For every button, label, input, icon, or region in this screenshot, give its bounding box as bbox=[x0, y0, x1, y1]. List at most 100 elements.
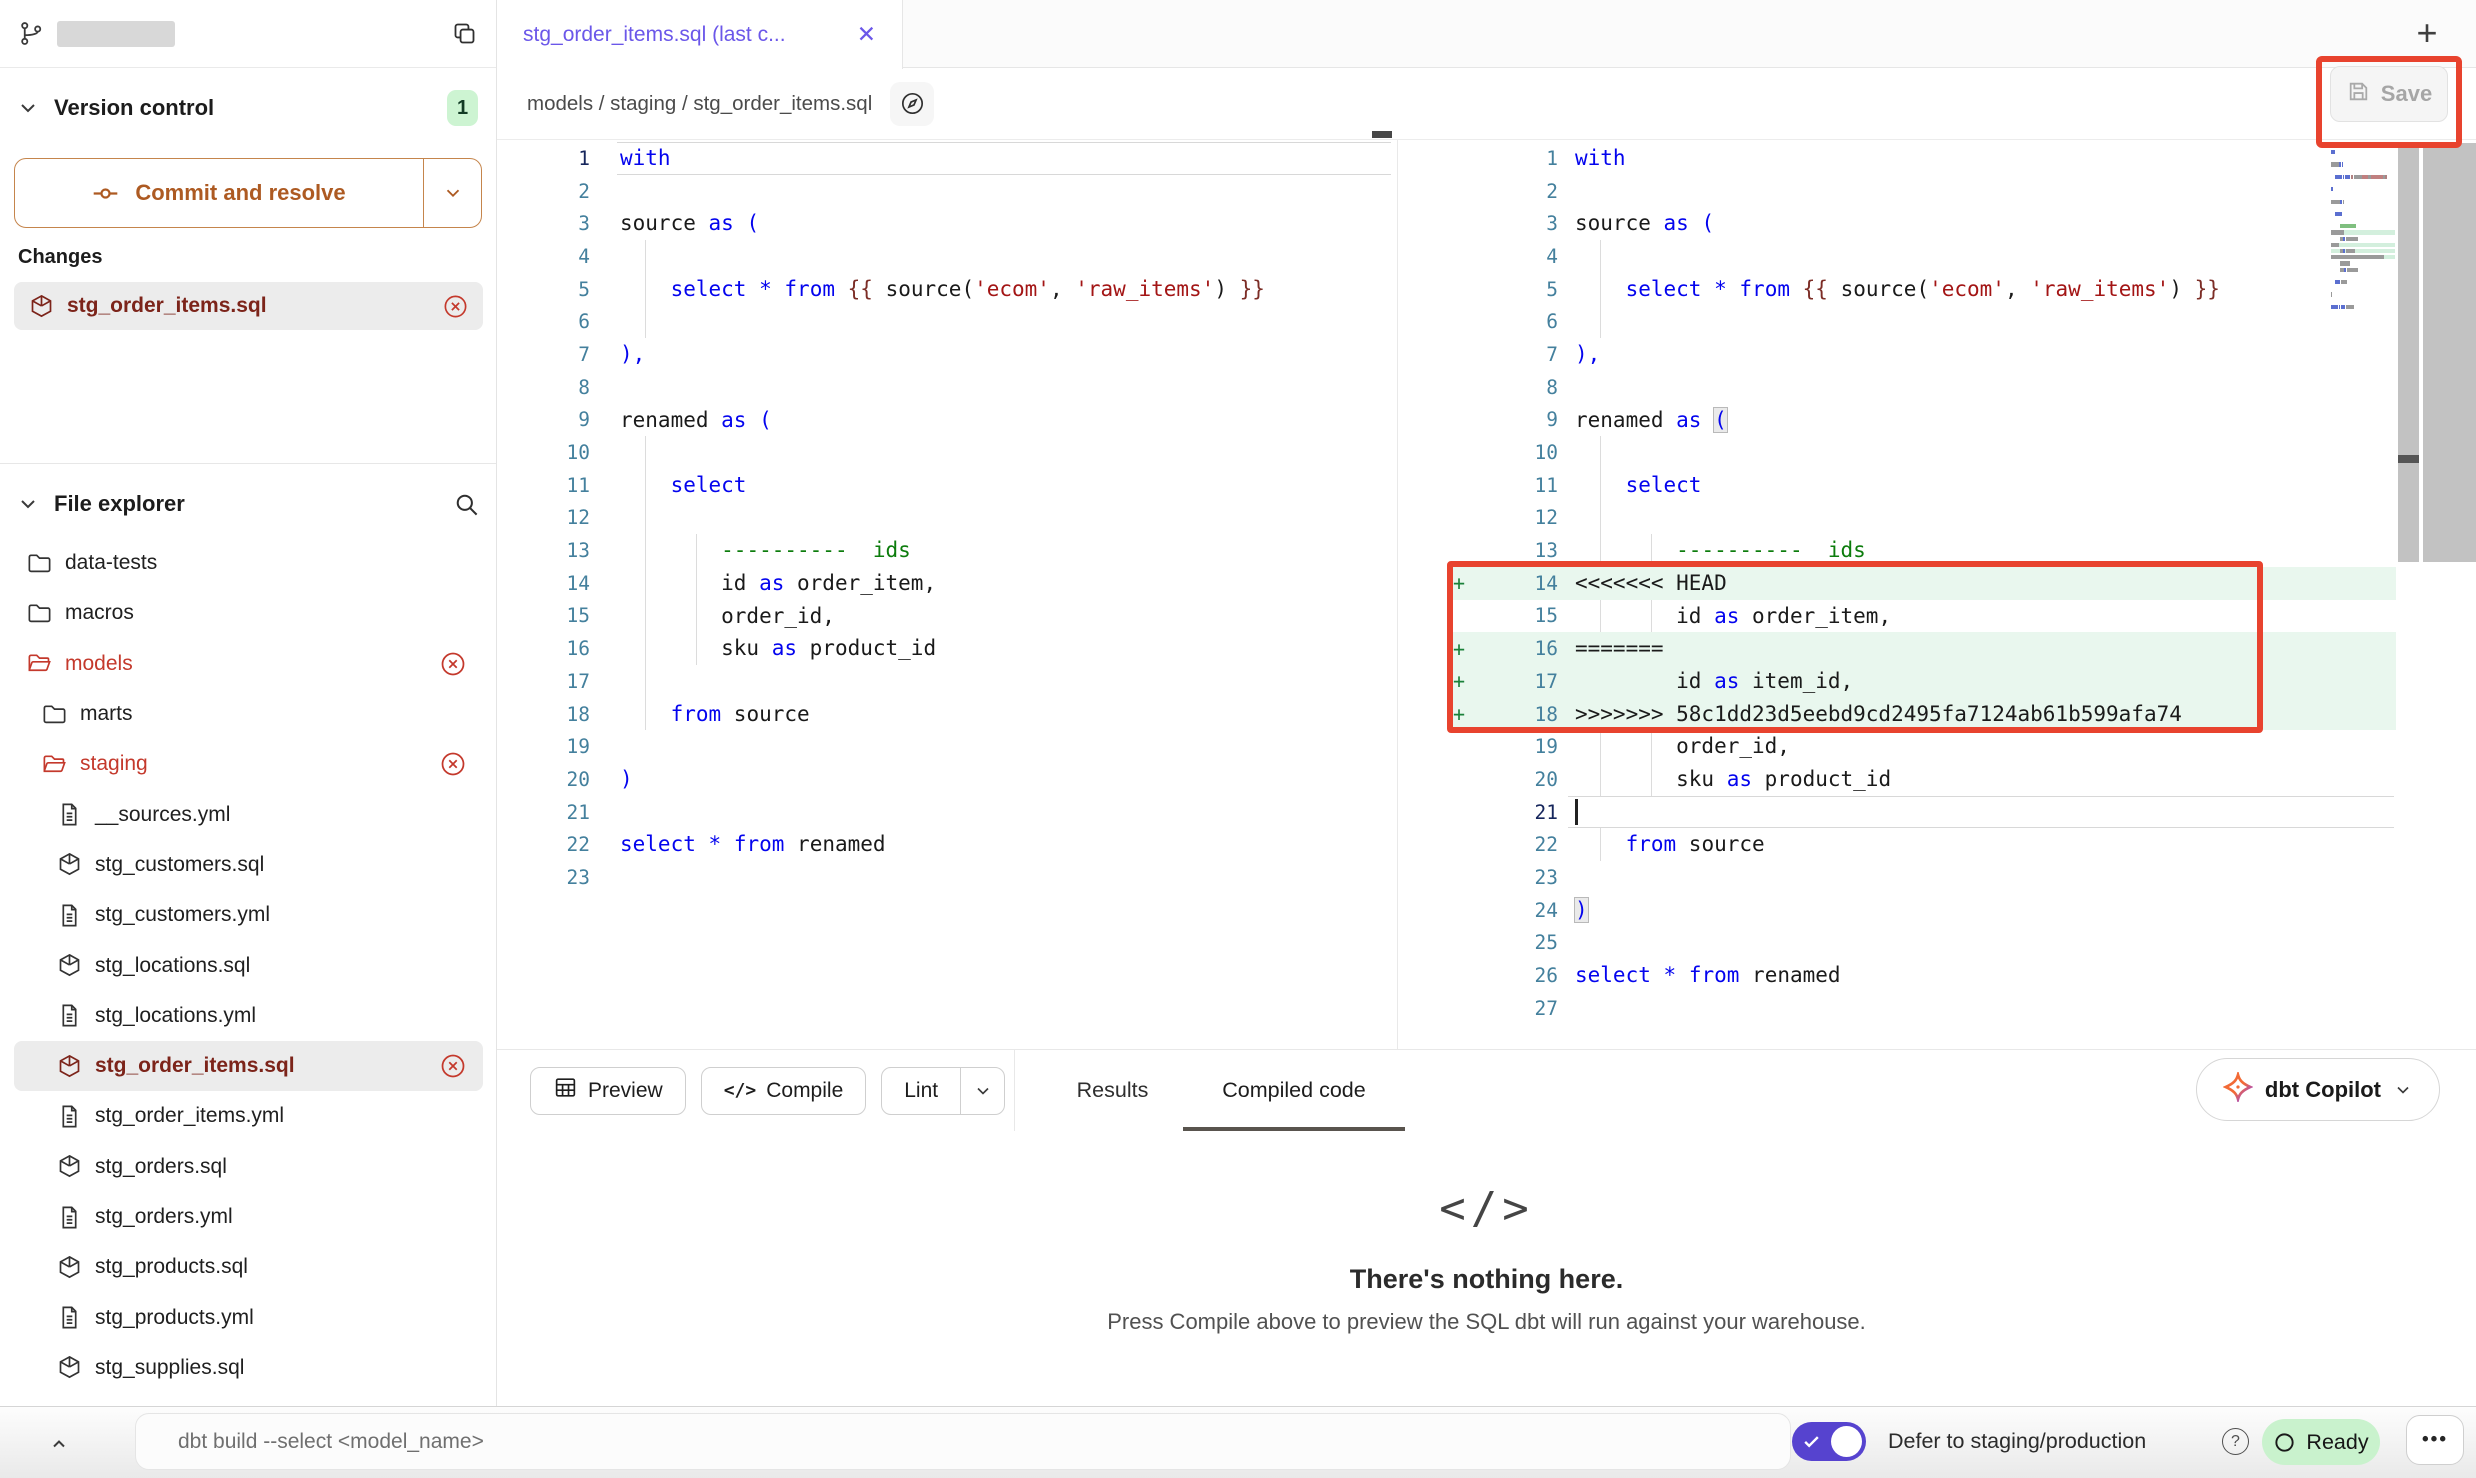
search-icon[interactable] bbox=[453, 491, 480, 518]
overflow-menu-button[interactable]: ••• bbox=[2406, 1415, 2464, 1465]
minimap[interactable] bbox=[2331, 150, 2395, 317]
code-line-4[interactable]: 4 bbox=[1398, 240, 2476, 273]
file-item-stg_orders.sql[interactable]: stg_orders.sql bbox=[14, 1142, 483, 1192]
code-line-20[interactable]: 20 sku as product_id bbox=[1398, 763, 2476, 796]
tab-results[interactable]: Results bbox=[1050, 1049, 1175, 1131]
file-item-macros[interactable]: macros bbox=[14, 588, 483, 638]
code-line-11[interactable]: 11 select bbox=[497, 469, 1397, 502]
commit-and-resolve-button[interactable]: Commit and resolve bbox=[14, 158, 482, 228]
code-line-5[interactable]: 5 select * from {{ source('ecom', 'raw_i… bbox=[1398, 273, 2476, 306]
code-line-19[interactable]: 19 order_id, bbox=[1398, 730, 2476, 763]
code-line-24[interactable]: 24) bbox=[1398, 894, 2476, 927]
version-control-section-header[interactable]: Version control 1 bbox=[0, 86, 496, 130]
file-item-models[interactable]: models bbox=[14, 639, 483, 689]
code-line-17[interactable]: 17 bbox=[497, 665, 1397, 698]
compile-button[interactable]: </> Compile bbox=[701, 1067, 867, 1115]
file-item-stg_products.yml[interactable]: stg_products.yml bbox=[14, 1292, 483, 1342]
lineage-compass-icon[interactable] bbox=[890, 82, 934, 126]
code-line-26[interactable]: 26select * from renamed bbox=[1398, 959, 2476, 992]
code-line-27[interactable]: 27 bbox=[1398, 992, 2476, 1025]
code-line-2[interactable]: 2 bbox=[1398, 175, 2476, 208]
editor-pane-original[interactable]: 1with23source as (45 select * from {{ so… bbox=[497, 142, 1397, 902]
code-line-7[interactable]: 7), bbox=[497, 338, 1397, 371]
code-line-6[interactable]: 6 bbox=[497, 305, 1397, 338]
preview-button[interactable]: Preview bbox=[530, 1067, 686, 1115]
code-line-22[interactable]: 22select * from renamed bbox=[497, 828, 1397, 861]
discard-icon[interactable] bbox=[439, 1052, 467, 1080]
lint-options-caret[interactable] bbox=[960, 1068, 1004, 1114]
code-line-1[interactable]: 1with bbox=[1398, 142, 2476, 175]
file-item-__sources.yml[interactable]: __sources.yml bbox=[14, 789, 483, 839]
code-line-18[interactable]: 18 from source bbox=[497, 698, 1397, 731]
file-item-stg_supplies.sql[interactable]: stg_supplies.sql bbox=[14, 1343, 483, 1393]
code-line-12[interactable]: 12 bbox=[1398, 502, 2476, 535]
tab-compiled-code[interactable]: Compiled code bbox=[1183, 1049, 1405, 1131]
code-line-6[interactable]: 6 bbox=[1398, 305, 2476, 338]
dbt-copilot-button[interactable]: dbt Copilot bbox=[2196, 1058, 2440, 1121]
discard-icon[interactable] bbox=[439, 650, 467, 678]
code-line-7[interactable]: 7), bbox=[1398, 338, 2476, 371]
code-line-21[interactable]: 21 bbox=[497, 796, 1397, 829]
code-line-25[interactable]: 25 bbox=[1398, 927, 2476, 960]
file-item-stg_orders.yml[interactable]: stg_orders.yml bbox=[14, 1192, 483, 1242]
discard-icon[interactable] bbox=[442, 293, 469, 320]
changed-file-row[interactable]: stg_order_items.sql bbox=[14, 282, 483, 330]
new-tab-button[interactable]: + bbox=[2406, 12, 2448, 54]
code-line-14[interactable]: 14 id as order_item, bbox=[497, 567, 1397, 600]
code-line-16[interactable]: +16======= bbox=[1398, 632, 2476, 665]
code-line-4[interactable]: 4 bbox=[497, 240, 1397, 273]
file-item-stg_order_items.yml[interactable]: stg_order_items.yml bbox=[14, 1091, 483, 1141]
code-line-17[interactable]: +17 id as item_id, bbox=[1398, 665, 2476, 698]
code-line-21[interactable]: 21 bbox=[1398, 796, 2476, 829]
file-item-stg_products.sql[interactable]: stg_products.sql bbox=[14, 1242, 483, 1292]
code-line-9[interactable]: 9renamed as ( bbox=[497, 404, 1397, 437]
commit-options-caret[interactable] bbox=[423, 159, 481, 227]
tab-stg-order-items[interactable]: stg_order_items.sql (last c... ✕ bbox=[497, 0, 903, 69]
editor-scrollbar[interactable] bbox=[2398, 143, 2419, 562]
code-line-15[interactable]: 15 id as order_item, bbox=[1398, 600, 2476, 633]
code-line-18[interactable]: +18>>>>>>> 58c1dd23d5eebd9cd2495fa7124ab… bbox=[1398, 698, 2476, 731]
copy-icon[interactable] bbox=[451, 20, 478, 47]
git-branch-icon[interactable] bbox=[18, 20, 45, 47]
code-line-12[interactable]: 12 bbox=[497, 502, 1397, 535]
code-line-14[interactable]: +14<<<<<<< HEAD bbox=[1398, 567, 2476, 600]
code-line-3[interactable]: 3source as ( bbox=[497, 207, 1397, 240]
code-line-10[interactable]: 10 bbox=[1398, 436, 2476, 469]
command-input[interactable] bbox=[135, 1413, 1791, 1470]
code-line-2[interactable]: 2 bbox=[497, 175, 1397, 208]
file-item-stg_order_items.sql[interactable]: stg_order_items.sql bbox=[14, 1041, 483, 1091]
editor-pane-current[interactable]: 1with23source as (45 select * from {{ so… bbox=[1398, 142, 2476, 1032]
file-item-marts[interactable]: marts bbox=[14, 689, 483, 739]
discard-icon[interactable] bbox=[439, 750, 467, 778]
file-item-data-tests[interactable]: data-tests bbox=[14, 538, 483, 588]
file-item-stg_locations.sql[interactable]: stg_locations.sql bbox=[14, 940, 483, 990]
code-line-16[interactable]: 16 sku as product_id bbox=[497, 632, 1397, 665]
code-line-5[interactable]: 5 select * from {{ source('ecom', 'raw_i… bbox=[497, 273, 1397, 306]
close-icon[interactable]: ✕ bbox=[857, 21, 876, 48]
code-line-22[interactable]: 22 from source bbox=[1398, 828, 2476, 861]
code-line-8[interactable]: 8 bbox=[1398, 371, 2476, 404]
left-pane-scrollbar-thumb[interactable] bbox=[1372, 131, 1392, 138]
file-explorer-section-header[interactable]: File explorer bbox=[0, 480, 496, 528]
code-line-23[interactable]: 23 bbox=[1398, 861, 2476, 894]
file-item-stg_locations.yml[interactable]: stg_locations.yml bbox=[14, 991, 483, 1041]
code-line-20[interactable]: 20) bbox=[497, 763, 1397, 796]
code-line-13[interactable]: 13 ---------- ids bbox=[1398, 534, 2476, 567]
collapse-panel-button[interactable] bbox=[40, 1425, 78, 1463]
file-item-stg_customers.yml[interactable]: stg_customers.yml bbox=[14, 890, 483, 940]
code-line-8[interactable]: 8 bbox=[497, 371, 1397, 404]
code-line-13[interactable]: 13 ---------- ids bbox=[497, 534, 1397, 567]
file-item-staging[interactable]: staging bbox=[14, 739, 483, 789]
save-button[interactable]: Save bbox=[2330, 66, 2448, 122]
code-line-11[interactable]: 11 select bbox=[1398, 469, 2476, 502]
code-line-19[interactable]: 19 bbox=[497, 730, 1397, 763]
code-line-1[interactable]: 1with bbox=[497, 142, 1397, 175]
code-line-3[interactable]: 3source as ( bbox=[1398, 207, 2476, 240]
file-item-stg_customers.sql[interactable]: stg_customers.sql bbox=[14, 840, 483, 890]
code-line-9[interactable]: 9renamed as ( bbox=[1398, 404, 2476, 437]
help-icon[interactable]: ? bbox=[2222, 1428, 2249, 1455]
code-line-23[interactable]: 23 bbox=[497, 861, 1397, 894]
code-line-15[interactable]: 15 order_id, bbox=[497, 600, 1397, 633]
defer-toggle[interactable] bbox=[1792, 1422, 1866, 1461]
code-line-10[interactable]: 10 bbox=[497, 436, 1397, 469]
